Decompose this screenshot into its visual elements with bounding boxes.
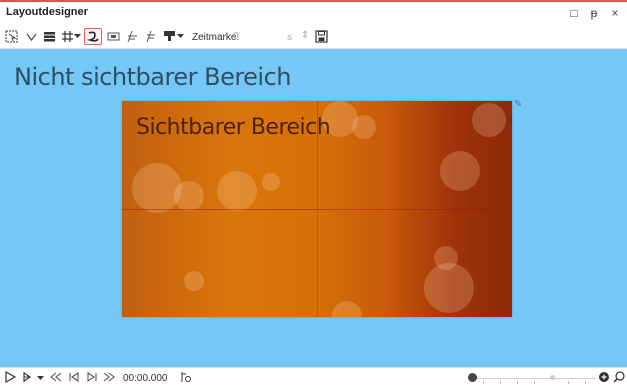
rewind-icon[interactable] [50, 371, 62, 386]
edit-pencil-icon[interactable]: ✎ [514, 99, 523, 110]
slider-tick [568, 381, 569, 384]
title-bar: Layoutdesigner □ ᵽ × [0, 2, 627, 24]
select-area-icon[interactable] [2, 28, 20, 45]
zeitmarke-spinner[interactable]: ⇕ [301, 30, 309, 41]
zoom-out-icon[interactable] [468, 373, 477, 382]
dropdown-icon[interactable] [37, 371, 44, 386]
slider-tick [500, 381, 501, 384]
visible-area[interactable]: Sichtbarer Bereich [122, 101, 512, 317]
zeitmarke-unit: s [287, 32, 292, 43]
bokeh-decoration [472, 103, 506, 137]
dropdown-icon[interactable] [175, 28, 185, 45]
bokeh-decoration [332, 301, 362, 317]
maximize-icon[interactable]: □ [566, 5, 582, 21]
bokeh-decoration [217, 171, 257, 211]
status-bar: 00:00.000 [0, 367, 627, 388]
zoom-in-icon[interactable] [598, 371, 610, 386]
visible-area-label: Sichtbarer Bereich [136, 115, 331, 140]
slider-tick [534, 381, 535, 384]
bokeh-decoration [132, 163, 182, 213]
check-down-icon[interactable] [22, 28, 40, 45]
align-left-icon[interactable] [123, 28, 141, 45]
zeitmarke-input[interactable] [233, 30, 289, 42]
bokeh-decoration [440, 151, 480, 191]
slider-tick [483, 381, 484, 384]
time-display: 00:00.000 [123, 373, 168, 384]
slider-tick [585, 381, 586, 384]
layers-icon[interactable] [40, 28, 58, 45]
bokeh-decoration [352, 115, 376, 139]
curve-icon[interactable] [84, 28, 102, 45]
bokeh-decoration [424, 263, 474, 313]
bokeh-decoration [262, 173, 280, 191]
invisible-area-label: Nicht sichtbarer Bereich [14, 63, 292, 91]
slider-marker [550, 375, 555, 380]
keyframe-icon[interactable] [180, 371, 192, 386]
toolbar: Zeitmarke: s ⇕ [0, 24, 627, 49]
close-icon[interactable]: × [607, 5, 623, 21]
zoom-fit-icon[interactable] [613, 371, 625, 386]
slider-tick [517, 381, 518, 384]
save-icon[interactable] [312, 28, 330, 45]
frame-icon[interactable] [104, 28, 122, 45]
play-from-icon[interactable] [22, 371, 32, 386]
forward-icon[interactable] [103, 371, 115, 386]
pin-icon[interactable]: ᵽ [586, 5, 602, 21]
zoom-slider-track[interactable] [472, 378, 596, 379]
window-title: Layoutdesigner [6, 6, 88, 18]
play-icon[interactable] [5, 370, 17, 386]
next-frame-icon[interactable] [86, 371, 98, 386]
dropdown-icon[interactable] [72, 28, 82, 45]
prev-frame-icon[interactable] [68, 371, 80, 386]
layout-canvas[interactable]: Nicht sichtbarer Bereich Sichtbarer Bere… [0, 49, 627, 367]
align-right-icon[interactable] [141, 28, 159, 45]
bokeh-decoration [434, 246, 458, 270]
bokeh-decoration [174, 181, 204, 211]
bokeh-decoration [184, 271, 204, 291]
